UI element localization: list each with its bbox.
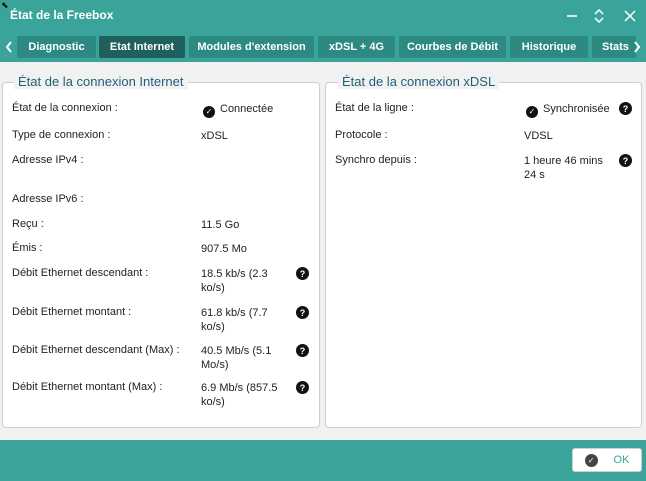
row-label: Débit Ethernet descendant (Max) : (12, 344, 180, 356)
tab-historique[interactable]: Historique (510, 36, 588, 58)
row-value: ✓ Connectée (203, 102, 303, 118)
tab-modules-extension[interactable]: Modules d'extension (189, 36, 314, 58)
help-icon[interactable]: ? (296, 344, 309, 357)
row-value: 907.5 Mo (201, 243, 247, 255)
row-label: État de la connexion : (12, 102, 118, 114)
row-value: VDSL (524, 130, 553, 142)
tab-label: Historique (521, 41, 577, 53)
tab-scroll-left-icon[interactable] (2, 36, 16, 58)
row-label: Synchro depuis : (335, 154, 417, 166)
row-label: Adresse IPv4 : (12, 154, 84, 166)
row-label: Émis : (12, 242, 43, 254)
check-circle-icon: ✓ (203, 106, 215, 118)
redacted-address-area (198, 154, 310, 194)
row-value: 61.8 kb/s (7.7 ko/s) (201, 307, 268, 333)
row-label: Débit Ethernet descendant : (12, 267, 149, 279)
row-value: 11.5 Go (201, 219, 240, 231)
row-connection-state: État de la connexion : ✓ Connectée (0, 102, 320, 118)
row-line-state: État de la ligne : ✓ Synchronisée ? (323, 102, 643, 118)
tab-scroll-right-icon[interactable] (630, 36, 644, 58)
internet-panel-title: État de la connexion Internet (14, 74, 188, 89)
ok-button[interactable]: ✓ OK (572, 448, 642, 472)
tab-label: Modules d'extension (197, 41, 306, 53)
tab-courbes-debit[interactable]: Courbes de Débit (399, 36, 506, 58)
tab-bar: Diagnostic Etat Internet Modules d'exten… (0, 32, 646, 62)
row-label: Protocole : (335, 129, 388, 141)
xdsl-panel-title: État de la connexion xDSL (338, 74, 500, 89)
minimize-icon[interactable] (562, 6, 582, 26)
row-value: 18.5 kb/s (2.3 ko/s) (201, 268, 268, 294)
help-icon[interactable]: ? (296, 381, 309, 394)
help-icon[interactable]: ? (296, 267, 309, 280)
close-icon[interactable] (620, 6, 640, 26)
check-circle-icon: ✓ (526, 106, 538, 118)
row-label: État de la ligne : (335, 102, 414, 114)
help-icon[interactable]: ? (619, 154, 632, 167)
row-label: Débit Ethernet montant (Max) : (12, 381, 163, 393)
tab-xdsl-4g[interactable]: xDSL + 4G (318, 36, 395, 58)
row-value: xDSL (201, 130, 228, 142)
footer: ✓ OK (0, 440, 646, 481)
tab-label: xDSL + 4G (328, 41, 385, 53)
row-eth-down: Débit Ethernet descendant : 18.5 kb/s (2… (0, 267, 320, 297)
row-value: 6.9 Mb/s (857.5 ko/s) (201, 382, 278, 408)
row-label: Type de connexion : (12, 129, 111, 141)
row-sync-since: Synchro depuis : 1 heure 46 mins 24 s ? (323, 154, 643, 184)
help-icon[interactable]: ? (296, 306, 309, 319)
tab-label: Courbes de Débit (406, 41, 499, 53)
resize-corner-icon[interactable]: ⬉ (1, 0, 9, 11)
row-eth-down-max: Débit Ethernet descendant (Max) : 40.5 M… (0, 344, 320, 374)
help-icon[interactable]: ? (619, 102, 632, 115)
row-eth-up: Débit Ethernet montant : 61.8 kb/s (7.7 … (0, 306, 320, 336)
row-label: Reçu : (12, 218, 44, 230)
tab-label: Stats (602, 41, 629, 53)
row-value: ✓ Synchronisée (526, 102, 626, 118)
maximize-icon[interactable] (589, 6, 609, 26)
tab-etat-internet[interactable]: Etat Internet (99, 36, 185, 58)
tab-label: Diagnostic (28, 41, 85, 53)
ok-button-label: OK (613, 454, 630, 466)
tab-label: Etat Internet (109, 41, 175, 53)
row-label: Débit Ethernet montant : (12, 306, 132, 318)
row-label: Adresse IPv6 : (12, 193, 84, 205)
row-value: 1 heure 46 mins 24 s (524, 155, 603, 181)
tab-diagnostic[interactable]: Diagnostic (17, 36, 96, 58)
window-title: État de la Freebox (10, 8, 114, 22)
title-bar: ⬉ État de la Freebox (0, 0, 646, 32)
check-circle-icon: ✓ (584, 453, 598, 467)
content-area: État de la connexion Internet État de la… (0, 62, 646, 440)
row-eth-up-max: Débit Ethernet montant (Max) : 6.9 Mb/s … (0, 381, 320, 411)
row-value: 40.5 Mb/s (5.1 Mo/s) (201, 345, 272, 371)
